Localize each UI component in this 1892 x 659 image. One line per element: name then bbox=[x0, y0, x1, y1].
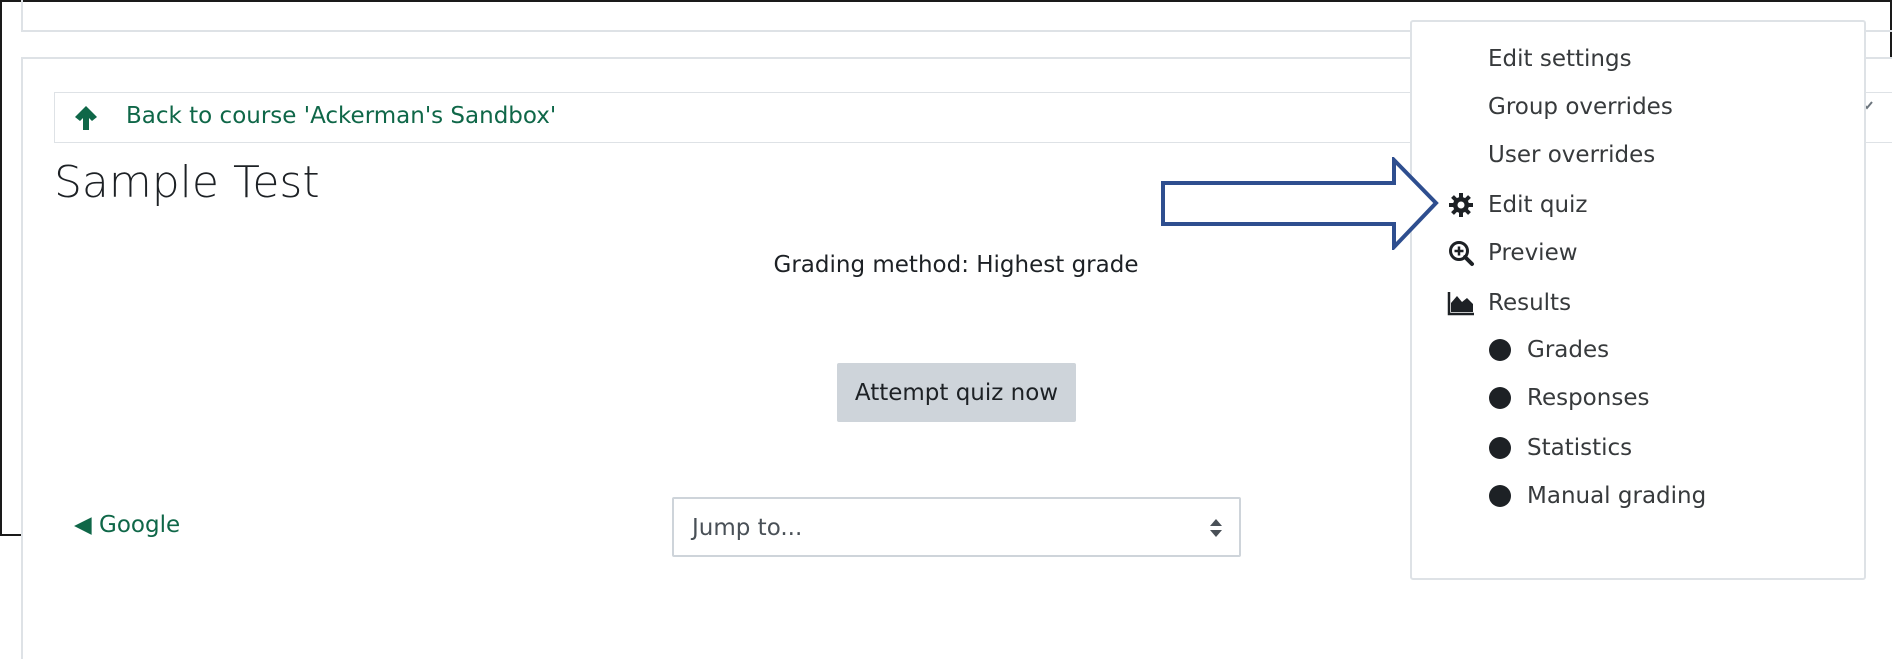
menu-item-edit-settings[interactable]: Edit settings bbox=[1488, 46, 1632, 72]
callout-arrow-annotation bbox=[1161, 157, 1439, 250]
area-chart-icon bbox=[1447, 292, 1474, 316]
menu-item-responses[interactable]: Responses bbox=[1527, 385, 1649, 411]
menu-item-group-overrides[interactable]: Group overrides bbox=[1488, 94, 1673, 120]
bullet-icon bbox=[1489, 485, 1511, 507]
bullet-icon bbox=[1489, 339, 1511, 361]
arrow-up-icon bbox=[75, 106, 97, 130]
back-to-course-label: Back to course 'Ackerman's Sandbox' bbox=[126, 103, 557, 129]
jump-to-select[interactable]: Jump to... bbox=[672, 497, 1241, 557]
previous-activity-link[interactable]: ◀ Google bbox=[74, 512, 180, 538]
attempt-quiz-button[interactable]: Attempt quiz now bbox=[837, 363, 1076, 422]
zoom-in-icon bbox=[1449, 241, 1474, 266]
menu-item-manual-grading[interactable]: Manual grading bbox=[1527, 483, 1706, 509]
menu-item-statistics[interactable]: Statistics bbox=[1527, 435, 1632, 461]
bullet-icon bbox=[1489, 387, 1511, 409]
menu-item-grades[interactable]: Grades bbox=[1527, 337, 1609, 363]
page-title: Sample Test bbox=[54, 157, 320, 208]
menu-item-preview[interactable]: Preview bbox=[1488, 240, 1578, 266]
menu-item-results[interactable]: Results bbox=[1488, 290, 1571, 316]
jump-to-placeholder: Jump to... bbox=[692, 515, 803, 541]
menu-item-user-overrides[interactable]: User overrides bbox=[1488, 142, 1655, 168]
gear-icon bbox=[1449, 193, 1473, 217]
menu-item-edit-quiz[interactable]: Edit quiz bbox=[1488, 192, 1588, 218]
bullet-icon bbox=[1489, 437, 1511, 459]
